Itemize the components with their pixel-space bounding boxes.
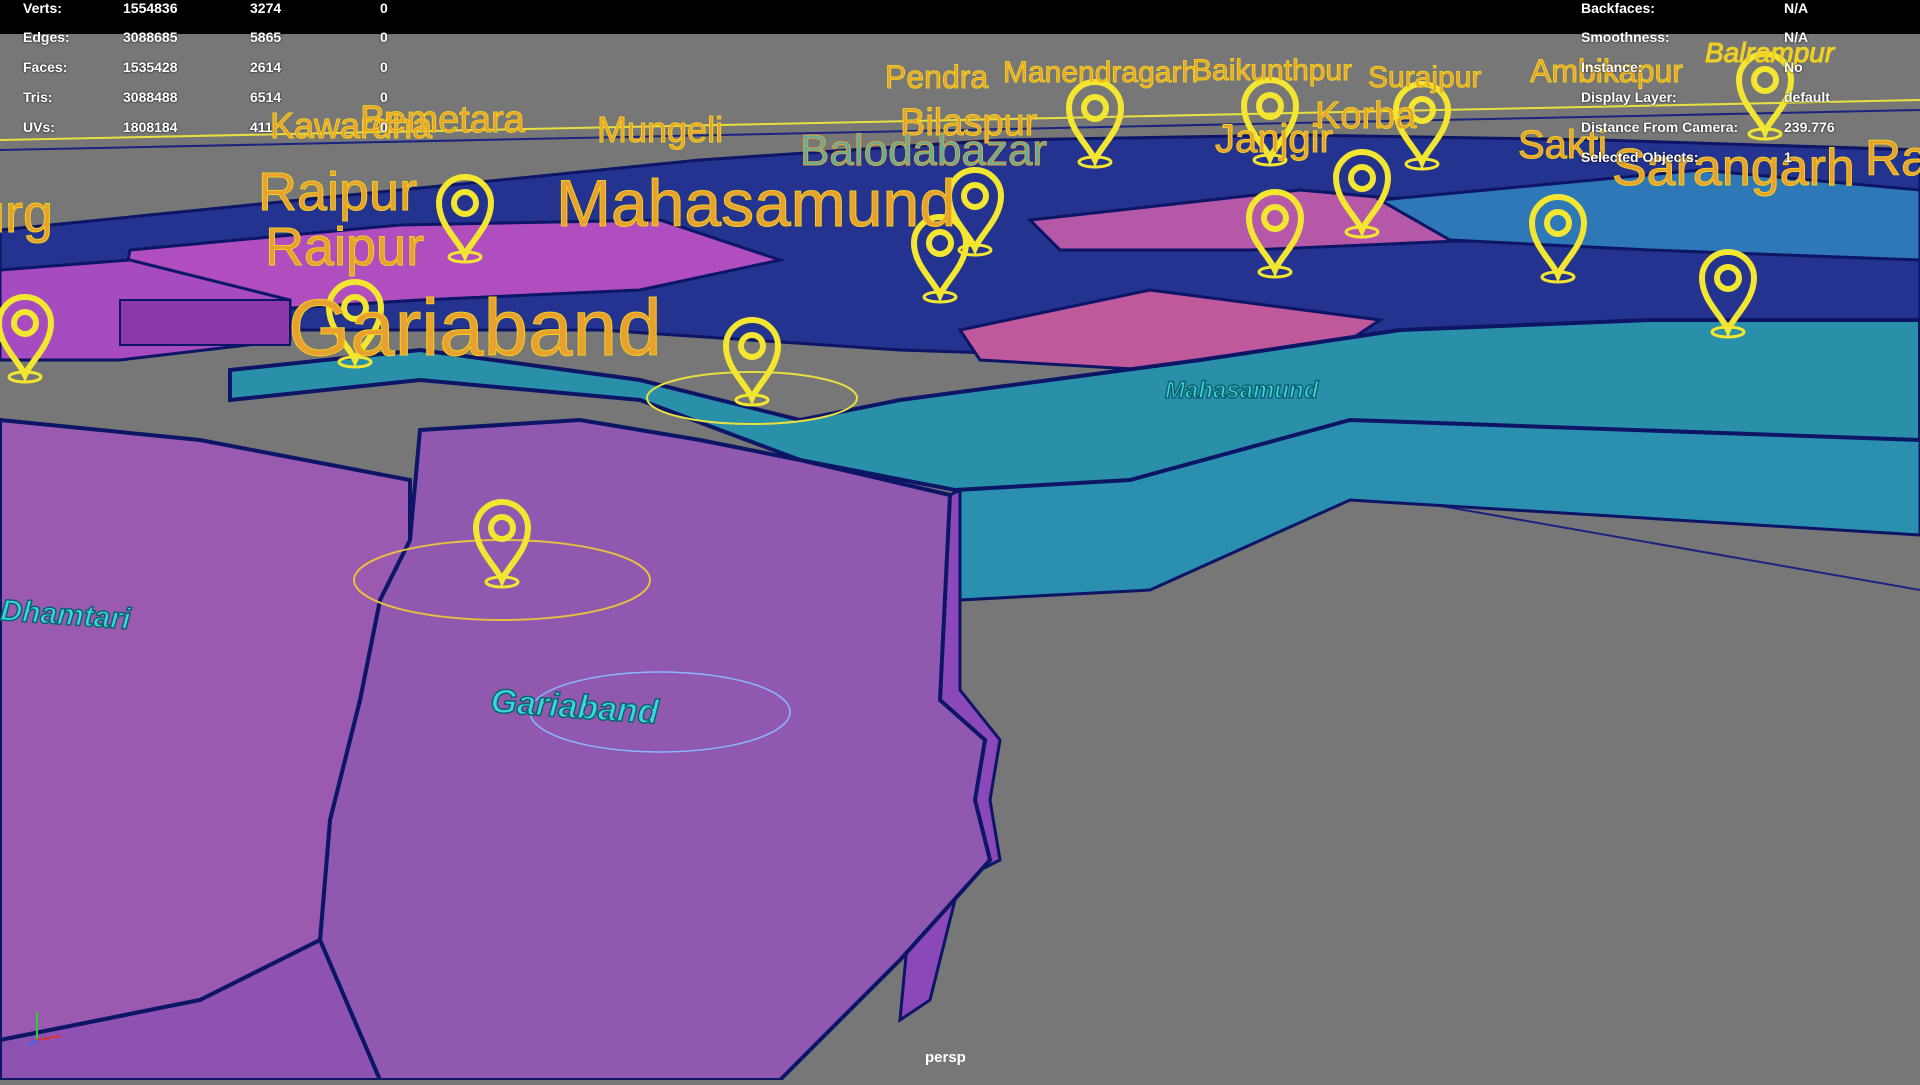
label-raigarh: Ra [1865, 130, 1920, 186]
hud-row-instance: Instance: No [1581, 59, 1803, 75]
hud-value: 0 [380, 0, 388, 16]
hud-label: Smoothness: [1581, 29, 1670, 45]
label-manendragarh: Manendragarh [1003, 56, 1198, 89]
hud-value: 2614 [250, 59, 282, 75]
axis-gizmo-icon [28, 1012, 62, 1047]
hud-value: N/A [1784, 29, 1809, 45]
hud-value: 1 [1784, 149, 1792, 165]
hud-value: 6514 [250, 89, 282, 105]
label-surajpur: Surajpur [1368, 61, 1481, 94]
hud-label: Selected Objects: [1581, 149, 1699, 165]
label-pendra: Pendra [885, 59, 988, 95]
hud-value: 0 [380, 29, 388, 45]
ground-label-mahasamund: Mahasamund [1165, 377, 1320, 404]
hud-value: default [1784, 89, 1830, 105]
hud-row-backfaces: Backfaces: N/A [1581, 0, 1808, 16]
hud-label: Tris: [23, 89, 53, 105]
label-mahasamund: Mahasamund [556, 166, 956, 240]
hud-label: Instance: [1581, 59, 1643, 75]
label-gariaband: Gariaband [288, 283, 662, 372]
hud-value: 3274 [250, 0, 282, 16]
hud-value: 3088488 [123, 89, 178, 105]
region-magenta-west-side [119, 299, 291, 346]
hud-label: Backfaces: [1581, 0, 1655, 16]
camera-name-label: persp [925, 1049, 966, 1066]
hud-value: 0 [380, 119, 388, 135]
region-purple-gariaband [317, 417, 993, 1082]
label-raipur: Raipur [258, 162, 417, 222]
hud-label: Verts: [23, 0, 62, 16]
hud-value: 5865 [250, 29, 282, 45]
hud-label: UVs: [23, 119, 55, 135]
hud-label: Edges: [23, 29, 70, 45]
hud-row-smoothness: Smoothness: N/A [1581, 29, 1808, 45]
hud-value: 0 [380, 59, 388, 75]
hud-row-selected-objects: Selected Objects: 1 [1581, 149, 1792, 165]
hud-row-display-layer: Display Layer: default [1581, 89, 1830, 105]
label-sarangarh: Sarangarh [1612, 139, 1855, 197]
hud-value: 1554836 [123, 0, 178, 16]
hud-value: 239.776 [1784, 119, 1835, 135]
hud-value: 0 [380, 89, 388, 105]
hud-label: Display Layer: [1581, 89, 1677, 105]
hud-label: Distance From Camera: [1581, 119, 1739, 135]
hud-value: 3088685 [123, 29, 178, 45]
label-balrampur: Balrampur [1705, 37, 1836, 68]
hud-value: 411 [250, 119, 273, 135]
label-mungeli: Mungeli [597, 109, 723, 150]
hud-row-distance: Distance From Camera: 239.776 [1581, 119, 1835, 135]
hud-value: 1535428 [123, 59, 178, 75]
hud-value: 1808184 [123, 119, 178, 135]
hud-value: No [1784, 59, 1803, 75]
hud-value: N/A [1784, 0, 1809, 16]
label-baikunthpur: Baikunthpur [1192, 54, 1352, 87]
label-janjgir: Janjgir [1215, 117, 1333, 161]
label-raipur-2: Raipur [265, 217, 424, 277]
label-durg: urg [0, 184, 53, 244]
hud-label: Faces: [23, 59, 68, 75]
